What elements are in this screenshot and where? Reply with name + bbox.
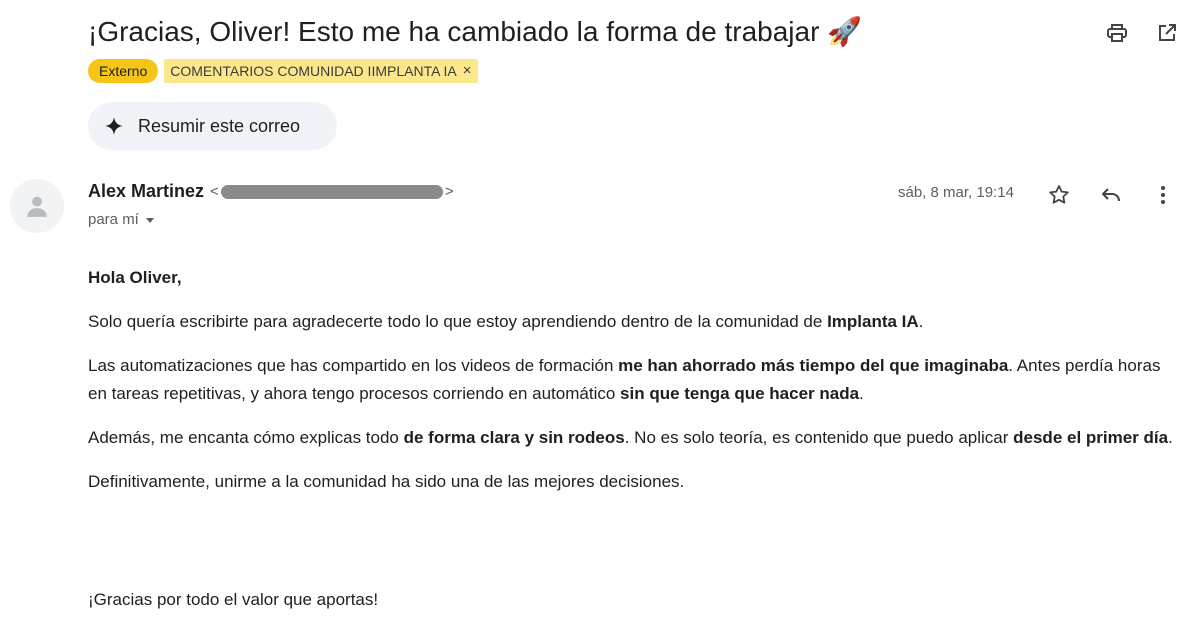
subject-toolbar xyxy=(1102,18,1182,48)
open-in-new-window-icon xyxy=(1159,24,1176,41)
star-icon xyxy=(1049,185,1069,204)
reply-button[interactable] xyxy=(1096,180,1126,210)
more-options-button[interactable] xyxy=(1148,180,1178,210)
email-date: sáb, 8 mar, 19:14 xyxy=(898,184,1014,201)
p2-text-e: . xyxy=(859,384,864,403)
p3-text-a: Además, me encanta cómo explicas todo xyxy=(88,428,404,447)
p1-bold-b: Implanta IA xyxy=(827,312,919,331)
email-bracket-close: > xyxy=(444,183,454,200)
body-paragraph-4: Definitivamente, unirme a la comunidad h… xyxy=(88,472,685,491)
summarize-email-button[interactable]: Resumir este correo xyxy=(88,102,337,150)
star-button[interactable] xyxy=(1044,180,1074,210)
tag-label[interactable]: COMENTARIOS COMUNIDAD IIMPLANTA IA × xyxy=(164,59,478,83)
subject-text: ¡Gracias, Oliver! Esto me ha cambiado la… xyxy=(88,16,820,47)
p1-text-c: . xyxy=(918,312,924,331)
external-label[interactable]: Externo xyxy=(88,59,159,83)
tag-label-text: COMENTARIOS COMUNIDAD IIMPLANTA IA xyxy=(170,63,457,79)
body-paragraph-2: Las automatizaciones que has compartido … xyxy=(88,352,1178,408)
avatar[interactable] xyxy=(10,179,64,233)
p3-bold-b: de forma clara y sin rodeos xyxy=(403,428,625,447)
open-in-new-window-button[interactable] xyxy=(1152,18,1182,48)
sparkle-icon xyxy=(105,117,123,135)
body-paragraph-3: Además, me encanta cómo explicas todo de… xyxy=(88,424,1178,452)
recipient-details-toggle[interactable]: para mí xyxy=(88,211,156,228)
sender-line: Alex Martinez < > xyxy=(88,181,454,202)
closing-line: ¡Gracias por todo el valor que aportas! xyxy=(88,590,379,609)
summarize-label: Resumir este correo xyxy=(138,115,301,136)
p3-text-e: . xyxy=(1168,428,1173,447)
rocket-emoji: 🚀 xyxy=(827,16,863,47)
reply-icon xyxy=(1102,188,1120,202)
recipient-label: para mí xyxy=(88,211,139,228)
body-paragraph-1: Solo quería escribirte para agradecerte … xyxy=(88,308,1178,336)
email-subject: ¡Gracias, Oliver! Esto me ha cambiado la… xyxy=(88,14,862,50)
sender-email: < > xyxy=(210,183,454,200)
more-vert-icon xyxy=(1161,186,1165,204)
p3-text-c: . No es solo teoría, es contenido que pu… xyxy=(624,428,1014,447)
p3-bold-d: desde el primer día xyxy=(1013,428,1169,447)
greeting: Hola Oliver, xyxy=(88,268,182,287)
label-row: Externo COMENTARIOS COMUNIDAD IIMPLANTA … xyxy=(88,59,478,83)
email-bracket-open: < xyxy=(210,183,219,200)
print-button[interactable] xyxy=(1102,18,1132,48)
print-icon xyxy=(1107,24,1127,42)
sender-name[interactable]: Alex Martinez xyxy=(88,181,204,202)
remove-label-icon[interactable]: × xyxy=(463,62,472,80)
redacted-email xyxy=(220,185,443,200)
p2-bold-d: sin que tenga que hacer nada xyxy=(620,384,860,403)
person-icon xyxy=(27,196,47,217)
p1-text-a: Solo quería escribirte para agradecerte … xyxy=(88,312,828,331)
email-body: Hola Oliver, Solo quería escribirte para… xyxy=(88,264,1178,512)
message-actions xyxy=(1044,180,1178,210)
p2-bold-b: me han ahorrado más tiempo del que imagi… xyxy=(618,356,1009,375)
caret-down-icon xyxy=(145,217,154,223)
p2-text-a: Las automatizaciones que has compartido … xyxy=(88,356,619,375)
